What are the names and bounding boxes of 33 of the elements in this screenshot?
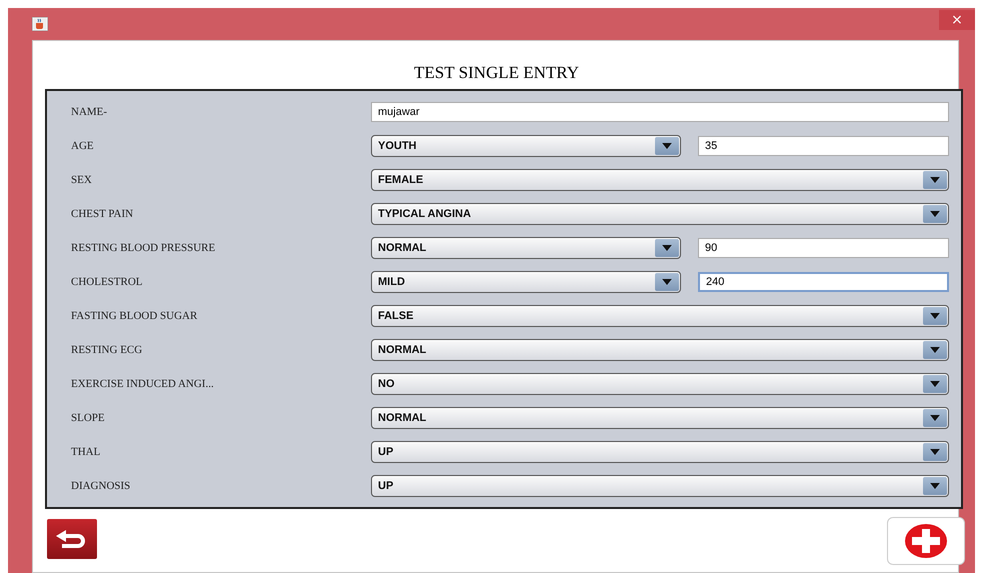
cup-icon [32, 17, 48, 31]
field-label: NAME- [71, 106, 108, 118]
field-label: RESTING BLOOD PRESSURE [71, 242, 216, 254]
text-field[interactable]: 240 [698, 272, 949, 292]
field-label: SLOPE [71, 412, 106, 424]
field-label: AGE [71, 140, 95, 152]
dropdown[interactable]: FEMALE [371, 169, 949, 191]
field-label: CHOLESTROL [71, 276, 144, 288]
field-label: THAL [71, 446, 102, 458]
field-label: FASTING BLOOD SUGAR [71, 310, 198, 322]
field-label: CHEST PAIN [71, 208, 134, 220]
field-label: SEX [71, 174, 93, 186]
dropdown[interactable]: UP [371, 475, 949, 497]
dropdown[interactable]: TYPICAL ANGINA [371, 203, 949, 225]
back-button[interactable] [47, 519, 97, 559]
dropdown[interactable]: NORMAL [371, 407, 949, 429]
dropdown[interactable]: NORMAL [371, 237, 681, 259]
text-field[interactable]: mujawar [371, 102, 949, 122]
add-button[interactable] [887, 517, 965, 565]
text-field[interactable]: 90 [698, 238, 949, 258]
dropdown[interactable]: FALSE [371, 305, 949, 327]
dropdown[interactable]: NORMAL [371, 339, 949, 361]
dropdown[interactable]: UP [371, 441, 949, 463]
dropdown[interactable]: NO [371, 373, 949, 395]
dropdown[interactable]: MILD [371, 271, 681, 293]
field-label: EXERCISE INDUCED ANGI... [71, 378, 215, 390]
text-field[interactable]: 35 [698, 136, 949, 156]
dropdown[interactable]: YOUTH [371, 135, 681, 157]
close-button[interactable]: × [939, 10, 975, 30]
field-label: DIAGNOSIS [71, 480, 132, 492]
form-title: TEST SINGLE ENTRY [413, 63, 580, 83]
field-label: RESTING ECG [71, 344, 144, 356]
plus-icon [904, 523, 948, 559]
